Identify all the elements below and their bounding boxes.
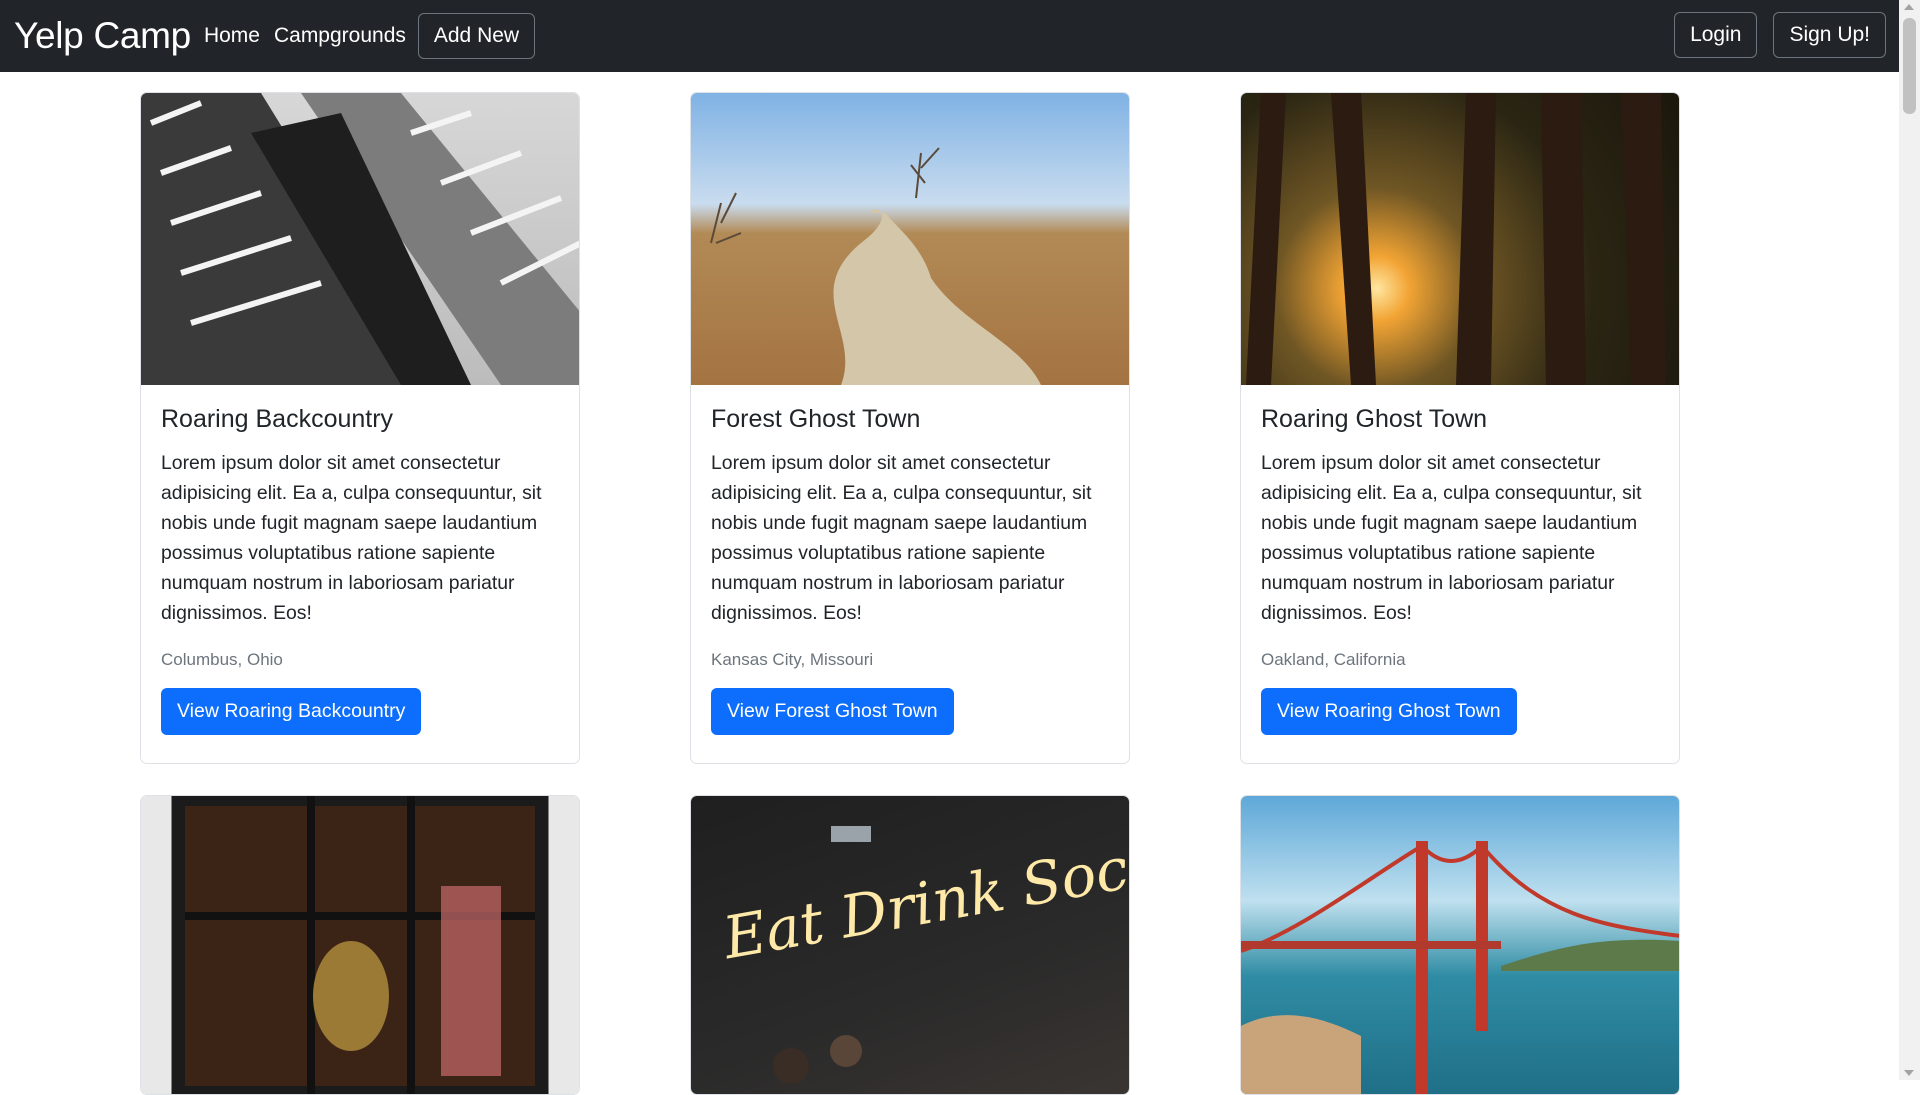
view-campground-button[interactable]: View Roaring Backcountry: [161, 688, 422, 735]
nav-link-campgrounds[interactable]: Campgrounds: [272, 24, 408, 48]
login-button[interactable]: Login: [1674, 12, 1758, 58]
neon-sign-text: Eat Drink Social: [717, 822, 1129, 973]
auth-buttons: Login Sign Up!: [1674, 12, 1886, 58]
scroll-up-arrow-icon[interactable]: [1904, 4, 1914, 10]
campground-image: Eat Drink Social: [691, 796, 1129, 1094]
nav-link-home[interactable]: Home: [202, 24, 262, 48]
add-new-button[interactable]: Add New: [417, 13, 536, 59]
page-scrollbar[interactable]: [1899, 0, 1920, 1080]
navbar: Yelp Camp Home Campgrounds Add New Login…: [0, 0, 1899, 72]
campground-card: Roaring Backcountry Lorem ipsum dolor si…: [140, 92, 580, 764]
card-body: Roaring Backcountry Lorem ipsum dolor si…: [141, 385, 579, 755]
campground-location: Columbus, Ohio: [161, 650, 283, 669]
signup-button[interactable]: Sign Up!: [1773, 12, 1886, 58]
campground-card: Forest Ghost Town Lorem ipsum dolor sit …: [690, 92, 1130, 764]
scroll-thumb[interactable]: [1903, 18, 1916, 114]
card-body: Roaring Ghost Town Lorem ipsum dolor sit…: [1241, 385, 1679, 755]
campground-location: Oakland, California: [1261, 650, 1406, 669]
campground-title: Roaring Ghost Town: [1261, 405, 1488, 433]
campground-image: [691, 93, 1129, 385]
campground-title: Roaring Backcountry: [161, 405, 394, 433]
campground-title: Forest Ghost Town: [711, 405, 921, 433]
campground-card: [1240, 795, 1680, 1095]
campground-image: [141, 796, 579, 1094]
campground-card: Eat Drink Social: [690, 795, 1130, 1095]
brand-logo[interactable]: Yelp Camp: [14, 15, 191, 57]
scroll-down-arrow-icon[interactable]: [1904, 1070, 1914, 1076]
card-body: Forest Ghost Town Lorem ipsum dolor sit …: [691, 385, 1129, 755]
campground-card: [140, 795, 580, 1095]
campground-image: [1241, 796, 1679, 1094]
campground-description: Lorem ipsum dolor sit amet consectetur a…: [1261, 452, 1642, 624]
campground-image: [141, 93, 579, 385]
campground-location: Kansas City, Missouri: [711, 650, 874, 669]
view-campground-button[interactable]: View Forest Ghost Town: [711, 688, 954, 735]
campground-card: Roaring Ghost Town Lorem ipsum dolor sit…: [1240, 92, 1680, 764]
campground-description: Lorem ipsum dolor sit amet consectetur a…: [161, 452, 542, 624]
view-campground-button[interactable]: View Roaring Ghost Town: [1261, 688, 1517, 735]
campground-description: Lorem ipsum dolor sit amet consectetur a…: [711, 452, 1092, 624]
campground-image: [1241, 93, 1679, 385]
